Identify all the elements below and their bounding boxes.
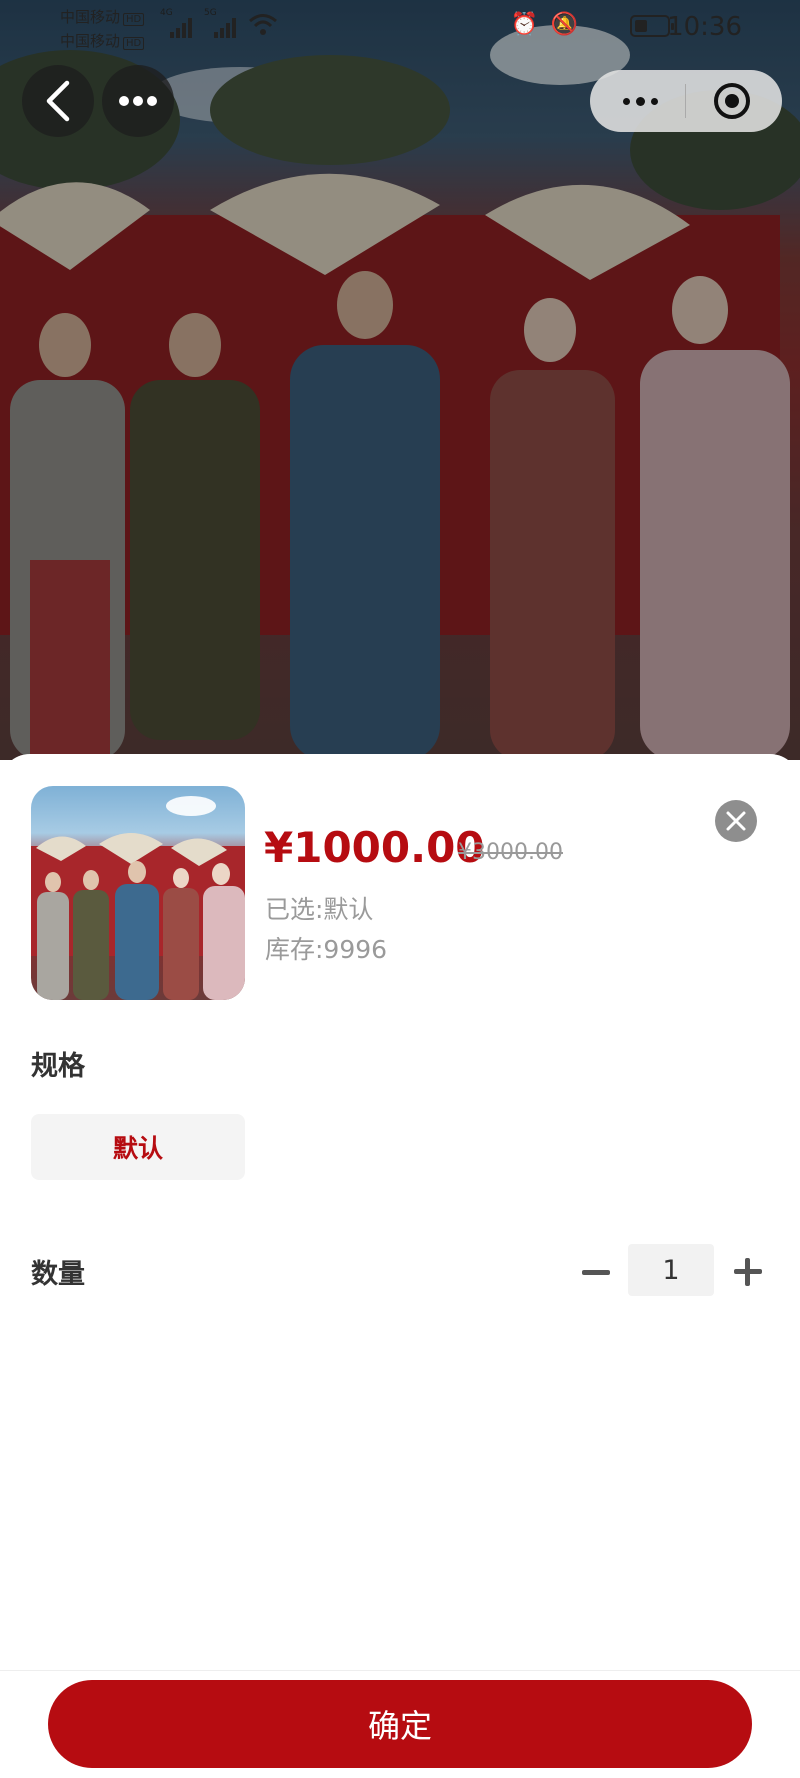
footer-divider xyxy=(0,1670,800,1671)
stock-text: 库存:9996 xyxy=(265,935,388,964)
status-bar: 中国移动 HD 中国移动 HD 4G 5G ⏰ 🔕 10:36 xyxy=(0,0,800,54)
close-sheet-button[interactable] xyxy=(715,800,757,842)
close-icon xyxy=(726,811,746,831)
sku-selector-sheet: ¥1000.00 ¥3000.00 已选:默认 库存:9996 规格 默认 数量… xyxy=(0,754,800,1778)
minus-icon xyxy=(582,1269,610,1275)
chevron-left-icon xyxy=(46,80,70,122)
alarm-icon: ⏰ xyxy=(510,12,538,37)
miniprogram-capsule xyxy=(590,70,782,132)
battery-icon xyxy=(630,15,674,37)
spec-option-default[interactable]: 默认 xyxy=(31,1114,245,1180)
capsule-menu-button[interactable] xyxy=(616,82,664,120)
quantity-section-title: 数量 xyxy=(31,1259,85,1290)
carrier-2: 中国移动 HD xyxy=(60,30,145,51)
carrier-1: 中国移动 HD xyxy=(60,6,145,27)
mute-icon: 🔕 xyxy=(550,12,578,37)
quantity-decrease-button[interactable] xyxy=(578,1252,614,1292)
capsule-close-button[interactable] xyxy=(714,83,750,119)
wifi-icon xyxy=(248,12,278,42)
signal-4g-icon: 4G xyxy=(160,8,196,38)
confirm-button[interactable]: 确定 xyxy=(48,1680,752,1768)
selected-spec-text: 已选:默认 xyxy=(265,895,374,924)
original-price: ¥3000.00 xyxy=(458,840,563,865)
quantity-increase-button[interactable] xyxy=(728,1252,768,1292)
back-button[interactable] xyxy=(22,65,94,137)
more-button[interactable] xyxy=(102,65,174,137)
status-time: 10:36 xyxy=(667,12,742,42)
signal-5g-icon: 5G xyxy=(204,8,240,38)
spec-section-title: 规格 xyxy=(31,1051,85,1082)
more-horizontal-icon xyxy=(119,96,157,106)
product-thumbnail xyxy=(31,786,245,1000)
background-product-photo: 中国移动 HD 中国移动 HD 4G 5G ⏰ 🔕 10:36 xyxy=(0,0,800,760)
current-price: ¥1000.00 xyxy=(264,823,485,872)
quantity-value[interactable]: 1 xyxy=(628,1244,714,1296)
